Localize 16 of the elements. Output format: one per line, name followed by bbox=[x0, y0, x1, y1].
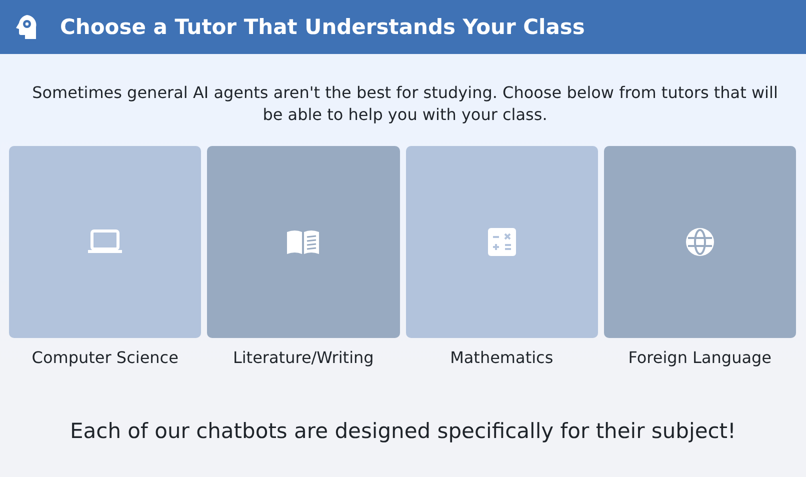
tutor-card[interactable] bbox=[9, 146, 202, 338]
laptop-icon bbox=[87, 229, 124, 255]
tutor-label: Literature/Writing bbox=[232, 348, 374, 367]
tutor-label: Mathematics bbox=[450, 348, 554, 367]
intro-text: Sometimes general AI agents aren't the best for studying. Choose below from tutors that will be able to help you with your class. bbox=[31, 82, 779, 126]
tutor-label: Foreign Language bbox=[628, 348, 772, 367]
head-gear-icon bbox=[16, 14, 38, 40]
globe-icon bbox=[684, 227, 715, 257]
book-icon bbox=[286, 229, 320, 255]
footer-text: Each of our chatbots are designed specifically for their subject! bbox=[70, 419, 736, 443]
page-title: Choose a Tutor That Understands Your Class bbox=[60, 15, 585, 39]
tutor-card[interactable] bbox=[406, 146, 598, 338]
calculator-icon bbox=[488, 228, 516, 256]
tutor-label: Computer Science bbox=[32, 348, 178, 367]
tutor-card[interactable] bbox=[207, 146, 400, 338]
tutor-card[interactable] bbox=[604, 146, 796, 338]
